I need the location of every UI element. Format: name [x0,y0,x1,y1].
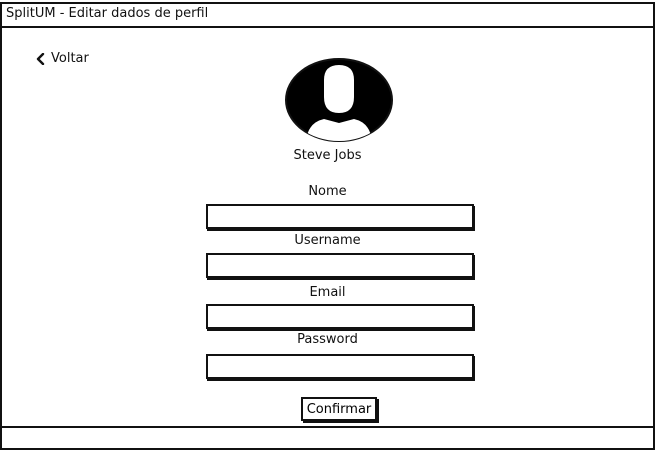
email-label: Email [309,285,346,300]
profile-name: Steve Jobs [293,148,362,163]
back-label: Voltar [51,51,89,66]
email-field[interactable] [206,304,474,329]
back-button[interactable]: Voltar [36,51,89,66]
user-avatar-icon [285,58,393,142]
window-title: SplitUM - Editar dados de perfil [6,6,209,21]
username-field[interactable] [206,253,474,278]
window-titlebar: SplitUM - Editar dados de perfil [2,4,653,28]
nome-label: Nome [308,184,347,199]
password-field[interactable] [206,354,474,379]
password-label: Password [297,332,358,347]
app-window: SplitUM - Editar dados de perfil Voltar … [0,2,655,450]
nome-field[interactable] [206,204,474,229]
status-bar [2,426,653,448]
username-label: Username [294,233,361,248]
confirm-button[interactable]: Confirmar [301,397,377,421]
chevron-left-icon [36,52,45,65]
